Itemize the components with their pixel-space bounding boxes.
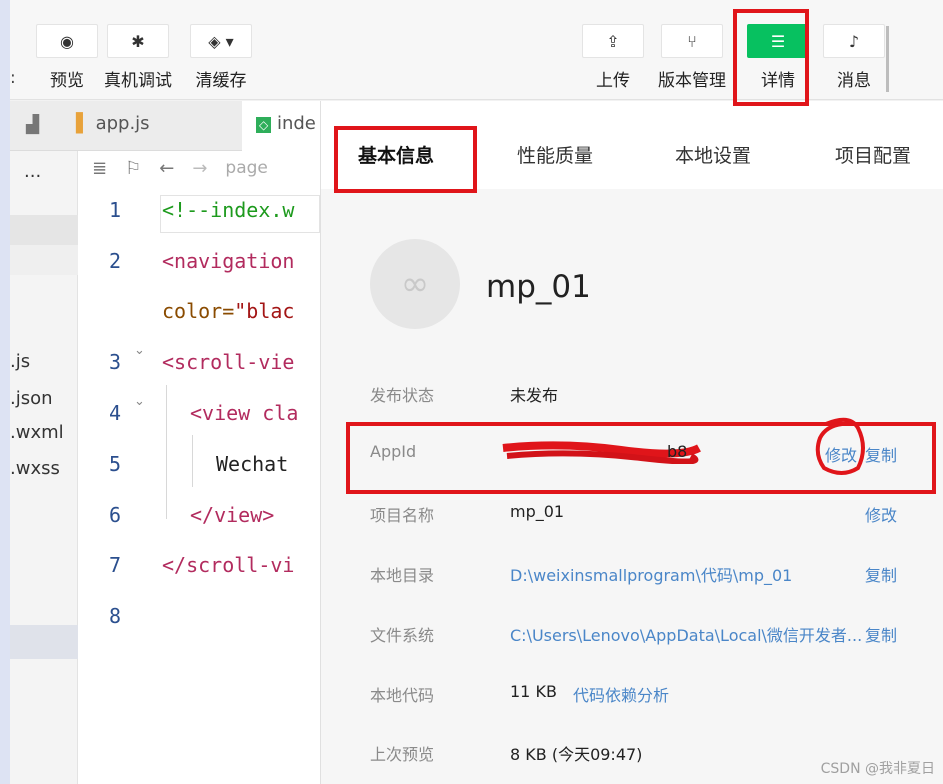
toolbar-divider xyxy=(886,26,889,92)
bookmark-icon[interactable]: ⚐ xyxy=(125,158,141,179)
line-number: 4 xyxy=(108,401,122,425)
tab-app-js[interactable]: ▌ app.js xyxy=(76,113,150,134)
explorer-band xyxy=(10,245,78,275)
eye-icon: ◉ xyxy=(36,24,98,58)
code-line: <scroll-vie xyxy=(162,350,295,374)
line-number: 5 xyxy=(108,452,122,476)
file-explorer: ... .js .json .wxml .wxss xyxy=(10,151,78,784)
project-name: mp_01 xyxy=(486,269,591,305)
editor-tabs: ▟ ▌ app.js ◇ inde xyxy=(10,101,320,151)
bug-icon: ✱ xyxy=(107,24,169,58)
tab-local-settings[interactable]: 本地设置 xyxy=(675,141,751,168)
watermark: CSDN @我非夏日 xyxy=(820,761,935,777)
upload-label: 上传 xyxy=(596,71,630,91)
list-icon[interactable]: ≣ xyxy=(92,158,107,179)
js-file-icon: ▌ xyxy=(76,113,90,134)
localdir-copy-link[interactable]: 复制 xyxy=(865,562,897,586)
tab-app-js-label: app.js xyxy=(95,113,150,134)
clear-cache-button[interactable]: ◈ ▾ 清缓存 xyxy=(190,24,252,91)
annotation-circle xyxy=(815,417,865,475)
annotation-box-details xyxy=(733,9,809,106)
breadcrumb[interactable]: page xyxy=(225,158,267,178)
filesystem-value[interactable]: C:\Users\Lenovo\AppData\Local\微信开发者... xyxy=(510,622,865,646)
name-value: mp_01 xyxy=(510,502,565,521)
upload-icon: ⇪ xyxy=(582,24,644,58)
line-number: 1 xyxy=(108,198,122,222)
code-line: <view cla xyxy=(190,401,299,425)
status-label: 发布状态 xyxy=(370,386,435,405)
forward-arrow-icon[interactable]: → xyxy=(192,158,207,179)
devtools-window: : ◉ 预览 ✱ 真机调试 ◈ ▾ 清缓存 ⇪ 上传 ⑂ 版本管理 ☰ 详情 ♪… xyxy=(0,0,943,784)
line-number: 6 xyxy=(108,503,122,527)
indent-guide xyxy=(192,435,193,487)
code-line: <navigation xyxy=(162,249,295,273)
code-line: Wechat xyxy=(216,452,289,476)
window-edge xyxy=(0,0,10,784)
localdir-label: 本地目录 xyxy=(370,566,435,585)
tab-index[interactable]: ◇ inde xyxy=(242,101,320,151)
branch-icon: ⑂ xyxy=(661,24,723,58)
localcode-value: 11 KB xyxy=(510,682,557,701)
bell-icon: ♪ xyxy=(823,24,885,58)
fold-chevron-icon[interactable]: ⌄ xyxy=(134,343,145,358)
tab-performance[interactable]: 性能质量 xyxy=(517,141,593,168)
name-label: 项目名称 xyxy=(370,506,435,525)
explorer-band xyxy=(10,215,78,245)
localcode-label: 本地代码 xyxy=(370,686,435,705)
tab-index-label: inde xyxy=(276,113,316,134)
annotation-box-basic-info xyxy=(334,126,477,193)
lastpreview-label: 上次预览 xyxy=(370,745,435,764)
filesystem-label: 文件系统 xyxy=(370,626,435,645)
line-number: 2 xyxy=(108,249,122,273)
dependency-analysis-link[interactable]: 代码依赖分析 xyxy=(573,682,669,706)
code-line: <!--index.w xyxy=(162,198,295,222)
line-number: 7 xyxy=(108,553,122,577)
preview-label: 预览 xyxy=(50,71,84,91)
lastpreview-value: 8 KB (今天09:47) xyxy=(510,745,643,764)
status-value: 未发布 xyxy=(510,386,559,405)
code-string: "blac xyxy=(234,299,295,323)
editor-toolbar: ≣ ⚐ ← → page xyxy=(78,151,320,185)
code-line: </scroll-vi xyxy=(162,553,295,577)
layers-icon: ◈ ▾ xyxy=(190,24,252,58)
toolbar-left-fragment: : xyxy=(10,68,16,88)
file-item[interactable]: .json xyxy=(10,388,78,409)
name-edit-link[interactable]: 修改 xyxy=(865,502,897,526)
version-label: 版本管理 xyxy=(658,71,726,91)
file-item[interactable]: .wxml xyxy=(10,422,78,443)
docker-icon: ▟ xyxy=(26,115,40,135)
indent-guide xyxy=(166,385,167,519)
code-editor[interactable]: ≣ ⚐ ← → page 1 <!--index.w 2 <navigation… xyxy=(78,151,320,784)
explorer-selected-row[interactable] xyxy=(10,625,78,659)
upload-button[interactable]: ⇪ 上传 xyxy=(582,24,644,91)
filesystem-copy-link[interactable]: 复制 xyxy=(865,622,897,646)
line-number: 3 xyxy=(108,350,122,374)
code-line: color="blac xyxy=(162,299,294,323)
file-item[interactable]: .js xyxy=(10,351,78,372)
messages-label: 消息 xyxy=(837,71,871,91)
line-number: 8 xyxy=(108,604,122,628)
wxml-file-icon: ◇ xyxy=(256,117,272,133)
preview-button[interactable]: ◉ 预览 xyxy=(36,24,98,91)
remote-debug-label: 真机调试 xyxy=(104,71,172,91)
link-icon: ∞ xyxy=(400,264,430,304)
tab-project-config[interactable]: 项目配置 xyxy=(835,141,911,168)
file-item[interactable]: .wxss xyxy=(10,458,78,479)
messages-button[interactable]: ♪ 消息 xyxy=(823,24,885,91)
clear-cache-label: 清缓存 xyxy=(195,71,247,91)
version-button[interactable]: ⑂ 版本管理 xyxy=(658,24,726,91)
code-attr: color= xyxy=(162,299,235,323)
back-arrow-icon[interactable]: ← xyxy=(159,158,174,179)
project-avatar: ∞ xyxy=(370,239,460,329)
code-line: </view> xyxy=(190,503,275,527)
localdir-value[interactable]: D:\weixinsmallprogram\代码\mp_01 xyxy=(510,562,792,586)
remote-debug-button[interactable]: ✱ 真机调试 xyxy=(104,24,172,91)
fold-chevron-icon[interactable]: ⌄ xyxy=(134,394,145,409)
